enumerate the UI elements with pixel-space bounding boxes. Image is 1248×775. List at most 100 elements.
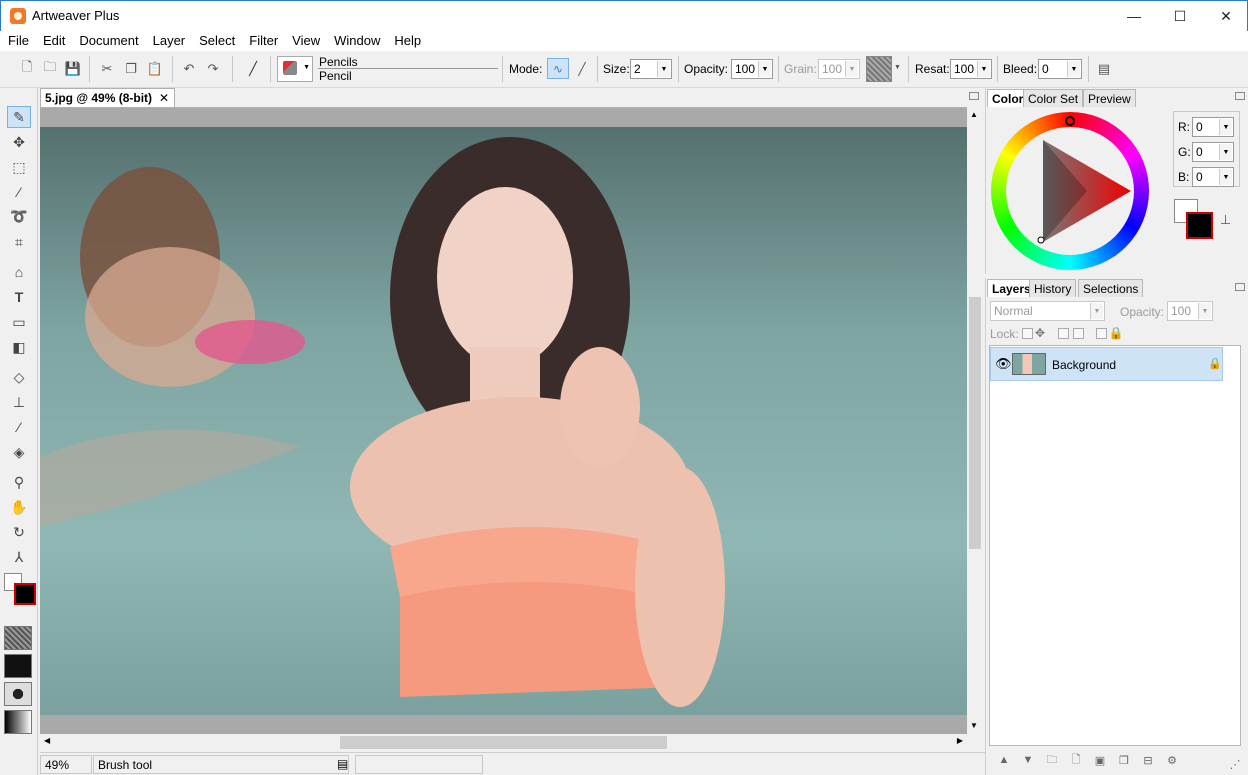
undo-icon[interactable]: ↶ [180, 60, 198, 78]
save-icon[interactable]: 💾 [64, 60, 82, 78]
stamp-color-icon[interactable]: ⊥ [1220, 212, 1231, 228]
menu-filter[interactable]: Filter [242, 31, 285, 51]
pattern-picker[interactable] [4, 654, 32, 678]
menu-file[interactable]: File [1, 31, 36, 51]
lasso-icon[interactable]: ➰ [7, 205, 31, 227]
vertical-scrollbar[interactable]: ▲ ▼ [967, 107, 983, 734]
eye-icon[interactable]: 👁 [995, 356, 1012, 372]
minimize-button[interactable]: — [1111, 1, 1157, 31]
resize-grip-icon[interactable]: ⋰ [1228, 757, 1242, 771]
new-document-icon[interactable]: 🗋 [18, 59, 36, 78]
pencil-icon[interactable]: ✎ [7, 106, 31, 128]
bleed-input[interactable]: 0 ▼ [1038, 59, 1082, 79]
fill-icon[interactable]: ◈ [7, 441, 31, 463]
menu-view[interactable]: View [285, 31, 327, 51]
stamp-icon[interactable]: ⊥ [7, 391, 31, 413]
blend-mode-select[interactable]: Normal ▼ [990, 301, 1105, 321]
layer-settings-icon[interactable]: ⚙ [1165, 753, 1179, 767]
shape-icon[interactable]: ▭ [7, 311, 31, 333]
new-folder-icon[interactable]: 🗀 [1045, 753, 1059, 767]
eyedropper-icon[interactable]: ⁄ [7, 416, 31, 438]
tab-selections[interactable]: Selections [1078, 279, 1144, 297]
paste-icon[interactable]: 📋 [146, 60, 164, 78]
image-canvas[interactable] [40, 127, 967, 715]
scroll-up-icon[interactable]: ▲ [970, 110, 978, 119]
scroll-left-icon[interactable]: ◀ [44, 736, 50, 745]
crop-icon[interactable]: ⌗ [7, 231, 31, 253]
close-button[interactable]: ✕ [1203, 1, 1248, 31]
tab-preview[interactable]: Preview [1083, 89, 1136, 107]
move-layer-down-icon[interactable]: ▼ [1021, 753, 1035, 767]
tab-history[interactable]: History [1029, 279, 1077, 297]
rect-select-icon[interactable]: ⬚ [7, 156, 31, 178]
smudge-icon[interactable]: ⅄ [7, 546, 31, 568]
maximize-button[interactable]: ☐ [1157, 1, 1203, 31]
scroll-down-icon[interactable]: ▼ [970, 721, 978, 730]
layer-mask-icon[interactable]: ▣ [1093, 753, 1107, 767]
straight-line-mode-button[interactable]: ╱ [571, 58, 593, 79]
color-wheel[interactable] [991, 112, 1149, 270]
menu-select[interactable]: Select [192, 31, 242, 51]
layers-panel-menu-icon[interactable] [1235, 283, 1245, 291]
copy-icon[interactable]: ❐ [122, 60, 140, 78]
perspective-icon[interactable]: ⌂ [7, 261, 31, 283]
chevron-down-icon[interactable]: ▼ [894, 64, 901, 71]
close-tab-icon[interactable]: ✕ [159, 91, 169, 105]
tab-color-set[interactable]: Color Set [1023, 89, 1084, 107]
foreground-color-swatch[interactable] [14, 583, 36, 605]
paper-texture-swatch[interactable] [866, 56, 892, 82]
layer-opacity-input[interactable]: 100 ▼ [1167, 301, 1213, 321]
vertical-scroll-thumb[interactable] [969, 297, 981, 549]
color-triangle[interactable] [991, 112, 1149, 270]
brush-preset-picker[interactable]: ▼ [277, 56, 313, 82]
texture-picker[interactable] [4, 626, 32, 650]
zoom-icon[interactable]: ⚲ [7, 471, 31, 493]
lock-transparency-checkbox[interactable] [1022, 328, 1033, 340]
r-input[interactable]: 0 ▼ [1192, 117, 1234, 137]
cut-icon[interactable]: ✂ [98, 60, 116, 78]
duplicate-layer-icon[interactable]: ❐ [1117, 753, 1131, 767]
menu-help[interactable]: Help [387, 31, 428, 51]
grain-input[interactable]: 100 ▼ [818, 59, 860, 79]
move-icon[interactable]: ✥ [7, 131, 31, 153]
document-tab[interactable]: 5.jpg @ 49% (8-bit) ✕ [40, 88, 175, 107]
document-info-icon[interactable]: ▤ [333, 755, 353, 774]
opacity-input[interactable]: 100 ▼ [731, 59, 773, 79]
rotate-icon[interactable]: ↻ [7, 521, 31, 543]
size-input[interactable]: 2 ▼ [630, 59, 672, 79]
open-file-icon[interactable]: 🗀 [41, 59, 59, 78]
zoom-level[interactable]: 49% [40, 755, 92, 774]
panel-menu-icon[interactable] [969, 92, 979, 100]
color-panel-menu-icon[interactable] [1235, 92, 1245, 100]
move-layer-up-icon[interactable]: ▲ [997, 753, 1011, 767]
g-input[interactable]: 0 ▼ [1192, 142, 1234, 162]
horizontal-scrollbar[interactable]: ◀ ▶ [40, 734, 967, 751]
pencil-preset-icon [283, 61, 297, 75]
menu-window[interactable]: Window [327, 31, 387, 51]
redo-icon[interactable]: ↷ [204, 60, 222, 78]
resat-input[interactable]: 100 ▼ [950, 59, 992, 79]
hand-icon[interactable]: ✋ [7, 496, 31, 518]
g-label: G: [1178, 145, 1191, 159]
horizontal-scroll-thumb[interactable] [340, 736, 667, 749]
scroll-right-icon[interactable]: ▶ [957, 736, 963, 745]
panel-foreground-swatch[interactable] [1186, 212, 1213, 239]
brush-tip-picker[interactable] [4, 682, 32, 706]
freehand-mode-button[interactable]: ∿ [547, 58, 569, 79]
gradient-picker[interactable] [4, 710, 32, 734]
text-icon[interactable]: T [7, 286, 31, 308]
lock-pixels-checkbox[interactable] [1058, 328, 1070, 340]
brush-tool-icon[interactable]: ╱ [244, 60, 262, 78]
new-layer-icon[interactable]: 🗋 [1069, 753, 1083, 767]
brush-settings-icon[interactable]: ▤ [1095, 60, 1113, 78]
lock-all-checkbox[interactable] [1095, 328, 1107, 340]
menu-document[interactable]: Document [72, 31, 145, 51]
eraser-icon[interactable]: ◇ [7, 366, 31, 388]
magic-wand-icon[interactable]: ⁄ [7, 181, 31, 203]
menu-layer[interactable]: Layer [146, 31, 193, 51]
merge-layer-icon[interactable]: ⊟ [1141, 753, 1155, 767]
layer-row[interactable]: 👁 Background 🔒 [990, 347, 1223, 381]
b-input[interactable]: 0 ▼ [1192, 167, 1234, 187]
menu-edit[interactable]: Edit [36, 31, 72, 51]
gradient-icon[interactable]: ◧ [7, 336, 31, 358]
